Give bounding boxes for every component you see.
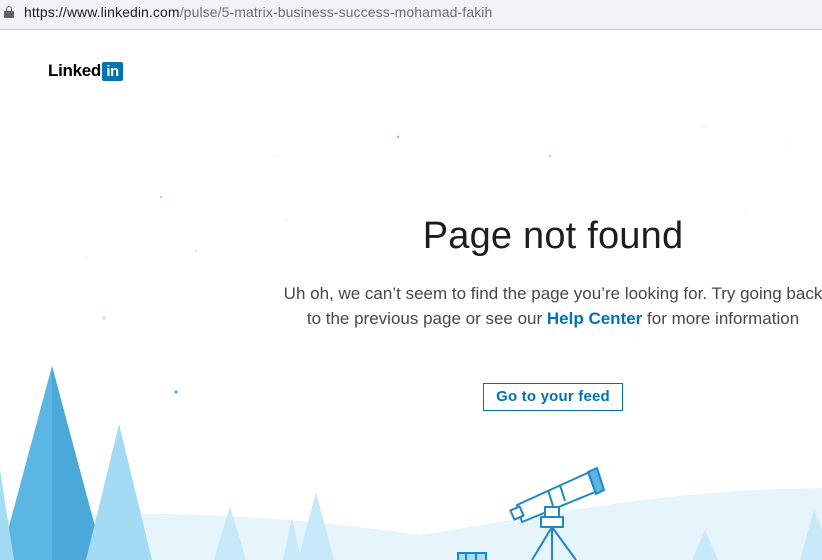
description-text-end: for more information xyxy=(642,308,800,328)
help-center-link[interactable]: Help Center xyxy=(547,309,642,328)
logo-in-box: in xyxy=(102,61,123,81)
not-found-description: Uh oh, we can’t seem to find the page yo… xyxy=(283,282,822,331)
not-found-content: Page not found Uh oh, we can’t seem to f… xyxy=(283,210,822,331)
equipment-box xyxy=(457,552,487,560)
go-to-feed-button[interactable]: Go to your feed xyxy=(483,383,623,411)
linkedin-logo[interactable]: Linked in xyxy=(48,61,123,81)
page-title: Page not found xyxy=(422,215,684,257)
logo-wordmark: Linked xyxy=(48,61,101,80)
